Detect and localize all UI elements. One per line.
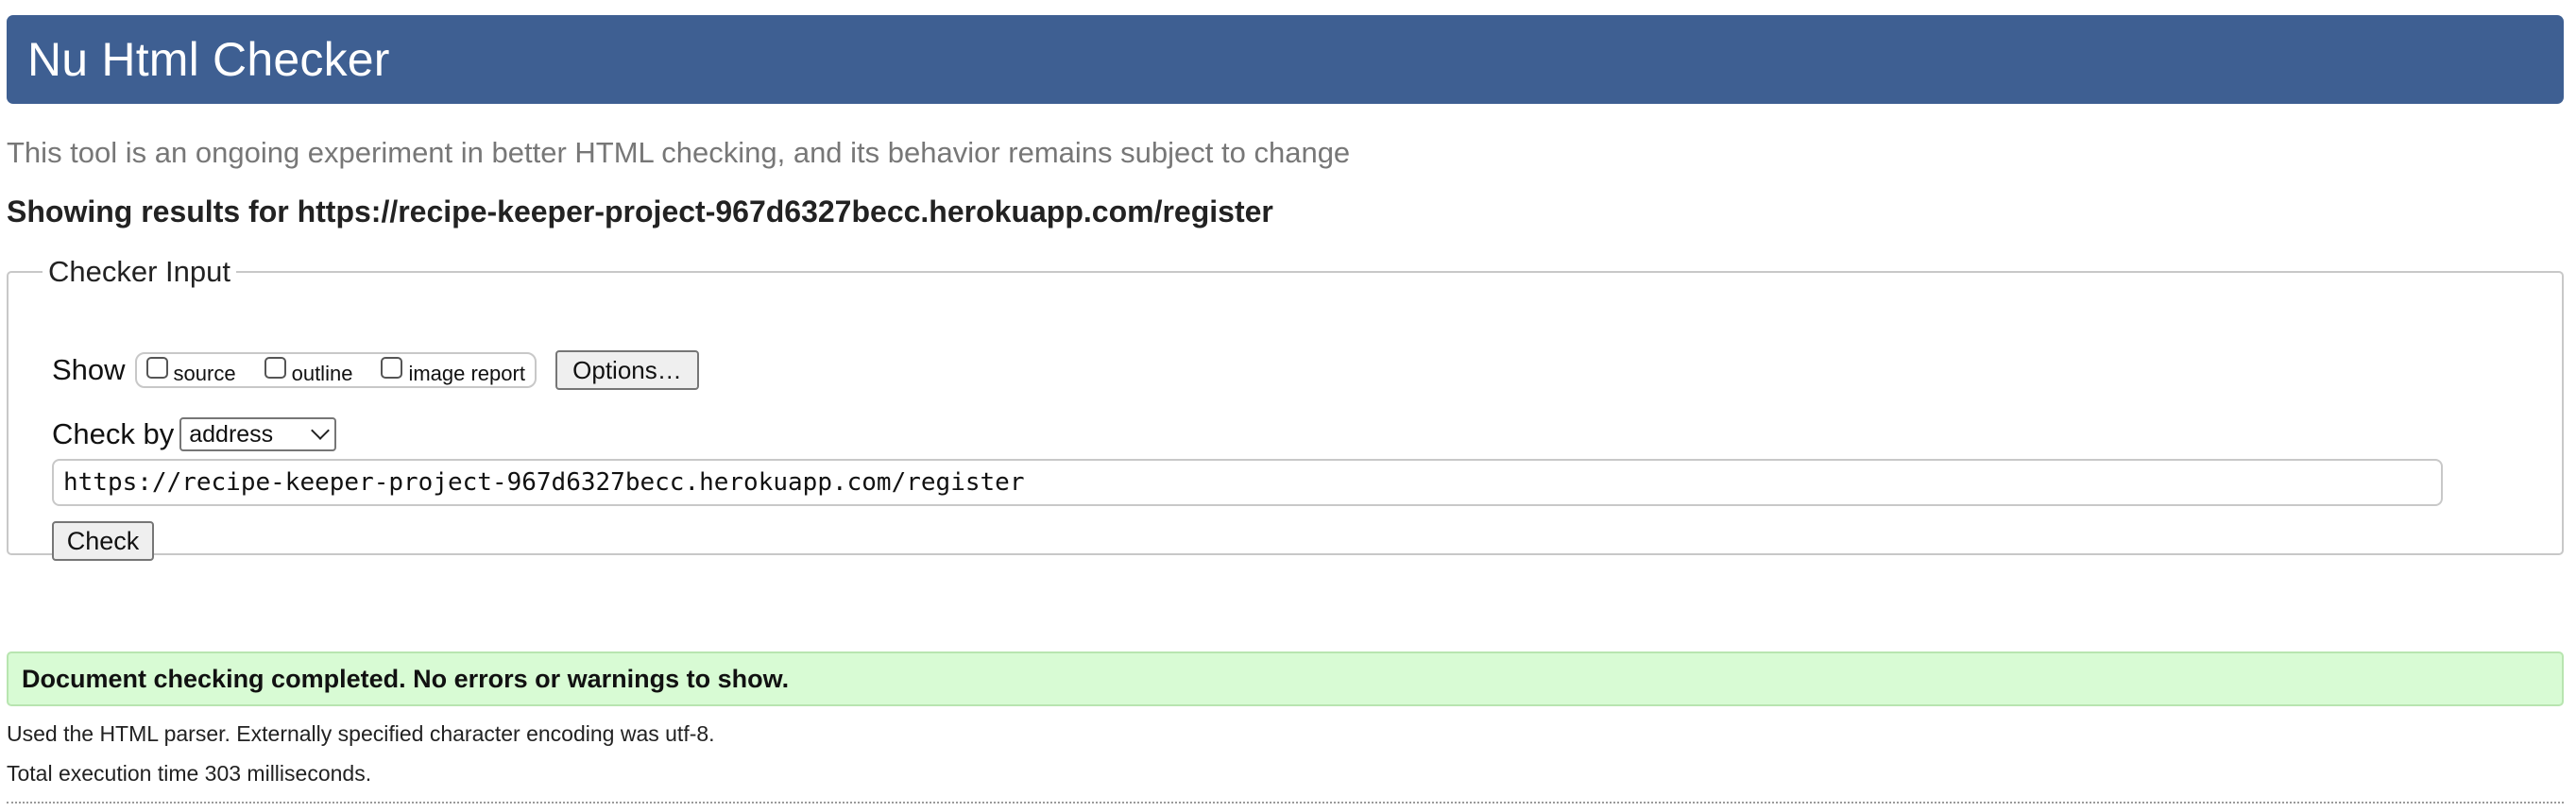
chevron-down-icon xyxy=(311,421,331,440)
source-checkbox-label[interactable]: source xyxy=(174,362,236,386)
header-banner: Nu Html Checker xyxy=(7,15,2564,104)
check-by-label: Check by xyxy=(52,417,175,450)
dotted-divider xyxy=(7,802,2564,804)
show-source-option[interactable]: source xyxy=(145,356,236,385)
success-message: Document checking completed. No errors o… xyxy=(22,664,790,693)
page: Nu Html Checker This tool is an ongoing … xyxy=(0,0,2576,812)
show-outline-option[interactable]: outline xyxy=(264,356,352,385)
execution-time: Total execution time 303 milliseconds. xyxy=(7,761,372,786)
checker-input-fieldset: Checker Input Show source outline image … xyxy=(7,255,2564,561)
url-input[interactable]: https://recipe-keeper-project-967d6327be… xyxy=(52,459,2443,506)
options-button[interactable]: Options… xyxy=(554,350,699,390)
image-report-checkbox-label[interactable]: image report xyxy=(408,362,525,386)
results-heading: Showing results for https://recipe-keepe… xyxy=(7,195,1273,228)
outline-checkbox-label[interactable]: outline xyxy=(292,362,353,386)
page-title: Nu Html Checker xyxy=(27,33,390,86)
show-image-report-option[interactable]: image report xyxy=(381,356,525,385)
outline-checkbox[interactable] xyxy=(264,356,286,379)
show-row: Show source outline image report Options… xyxy=(52,349,699,391)
check-by-row: Check by address xyxy=(52,415,337,453)
success-message-box: Document checking completed. No errors o… xyxy=(7,651,2564,706)
check-by-select[interactable]: address xyxy=(179,417,337,451)
checker-input-legend: Checker Input xyxy=(48,255,230,288)
show-label: Show xyxy=(52,353,126,386)
tool-description: This tool is an ongoing experiment in be… xyxy=(7,136,1351,169)
source-checkbox[interactable] xyxy=(145,356,168,379)
parser-info: Used the HTML parser. Externally specifi… xyxy=(7,721,715,746)
check-by-selected-value: address xyxy=(189,420,274,448)
check-button[interactable]: Check xyxy=(52,521,154,561)
show-options-group: source outline image report xyxy=(134,352,537,388)
image-report-checkbox[interactable] xyxy=(381,356,403,379)
